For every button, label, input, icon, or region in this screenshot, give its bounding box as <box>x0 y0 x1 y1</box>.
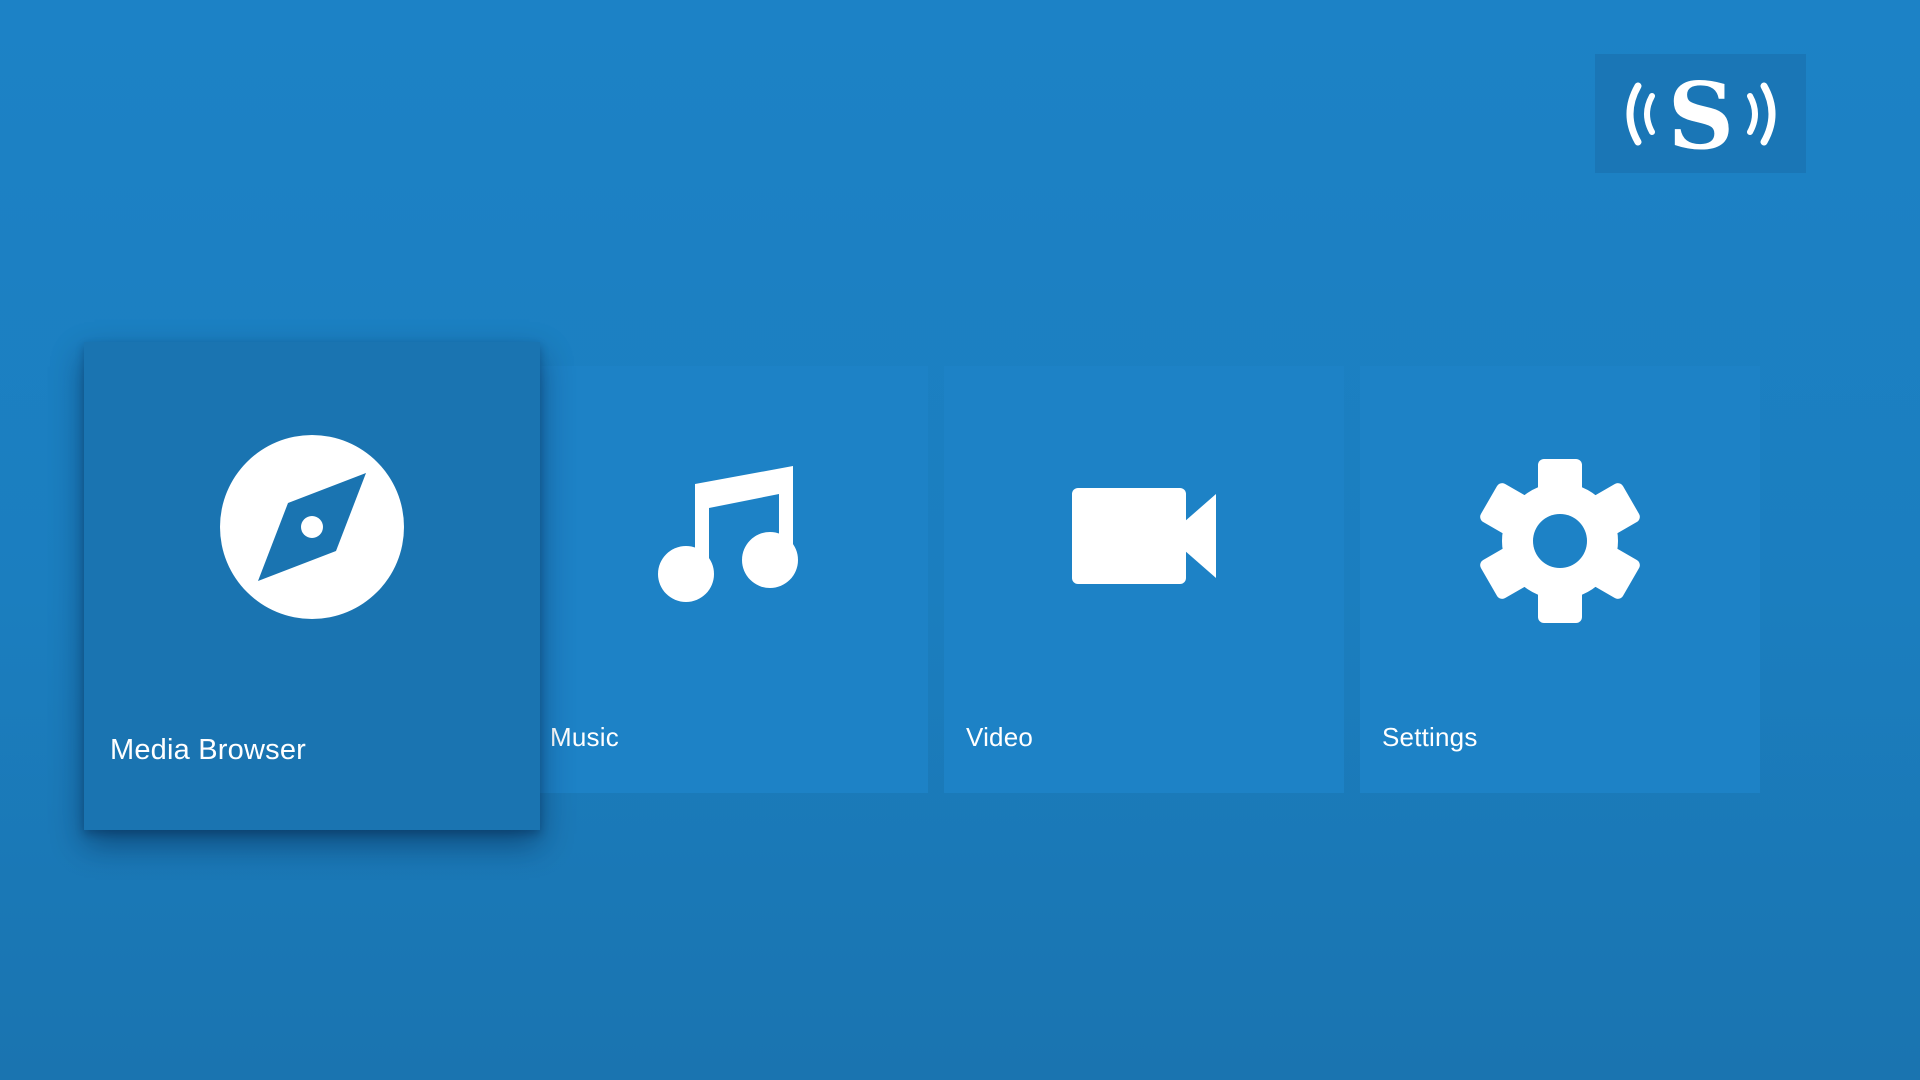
tile-settings[interactable]: Settings <box>1360 366 1760 793</box>
tile-video[interactable]: Video <box>944 366 1344 793</box>
broadcast-s-logo-icon: S <box>1626 64 1775 164</box>
tile-label: Media Browser <box>110 734 306 766</box>
tile-label: Settings <box>1382 722 1478 752</box>
tile-label: Music <box>550 722 619 752</box>
tile-music[interactable]: Music <box>538 366 928 793</box>
gear-icon <box>1480 459 1640 623</box>
app-logo: S <box>1595 54 1806 173</box>
tile-label: Video <box>966 722 1034 752</box>
tile-media-browser[interactable]: Media Browser <box>84 342 540 830</box>
logo-letter: S <box>1667 64 1733 164</box>
music-note-icon <box>658 466 798 602</box>
videocam-icon <box>1072 488 1216 584</box>
compass-icon <box>220 435 404 619</box>
